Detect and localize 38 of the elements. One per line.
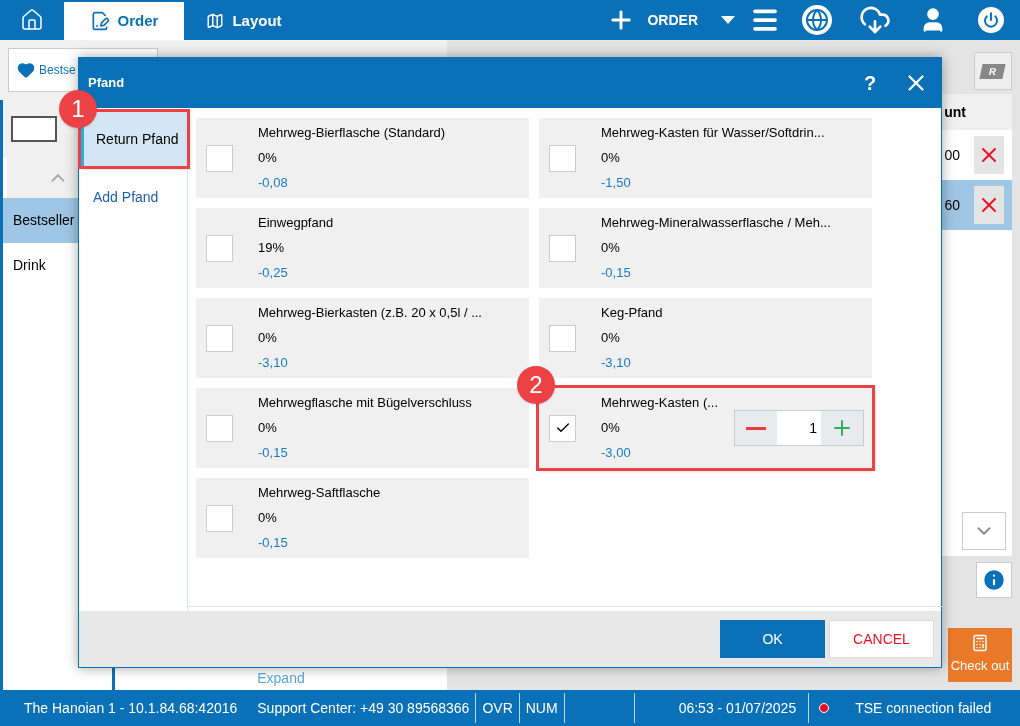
item-name: Mehrweg-Kasten für Wasser/Softdrin... [601,124,826,142]
status-text: NUM [519,693,565,723]
status-text: OVR [476,693,520,723]
item-name: Mehrweg-Kasten (... [601,394,720,412]
item-price: -3,10 [601,354,632,372]
item-name: Keg-Pfand [601,304,664,322]
item-price: -0,08 [258,174,289,192]
item-name: Einwegpfand [258,214,335,232]
status-text: 06:53 - 01/07/2025 [672,693,810,723]
tax-rate: 0% [601,239,621,257]
item-price: -0,25 [258,264,289,282]
status-text: TSE connection failed [854,698,993,718]
item-price: -3,10 [258,354,289,372]
item-name: Mehrweg-Mineralwasserflasche / Meh... [601,214,832,232]
column-header: unt [944,102,966,122]
amount-text: 00 [944,145,960,165]
item-price: -0,15 [601,264,632,282]
tax-rate: 0% [258,419,278,437]
item-price: -0,15 [258,534,289,552]
item-price: -3,00 [601,444,632,462]
item-name: Mehrweg-Bierflasche (Standard) [258,124,447,142]
tax-rate: 19% [258,239,286,257]
dialog-title: Pfand [88,74,126,93]
item-price: -0,15 [258,444,289,462]
tax-rate: 0% [258,149,278,167]
status-text: Support Center: +49 30 89568366 [251,693,477,723]
tax-rate: 0% [601,329,621,347]
item-name: Mehrweg-Saftflasche [258,484,382,502]
tax-rate: 0% [601,149,621,167]
item-name: Mehrweg-Bierkasten (z.B. 20 x 0,5l / ... [258,304,483,322]
item-name: Mehrwegflasche mit Bügelverschluss [258,394,473,412]
status-text: The Hanoian 1 - 10.1.84.68:42016 [23,698,239,718]
item-price: -1,50 [601,174,632,192]
quantity-value: 1 [808,418,818,438]
tax-rate: 0% [258,509,278,527]
amount-text: 60 [944,195,960,215]
tax-rate: 0% [601,419,621,437]
tax-rate: 0% [258,329,278,347]
